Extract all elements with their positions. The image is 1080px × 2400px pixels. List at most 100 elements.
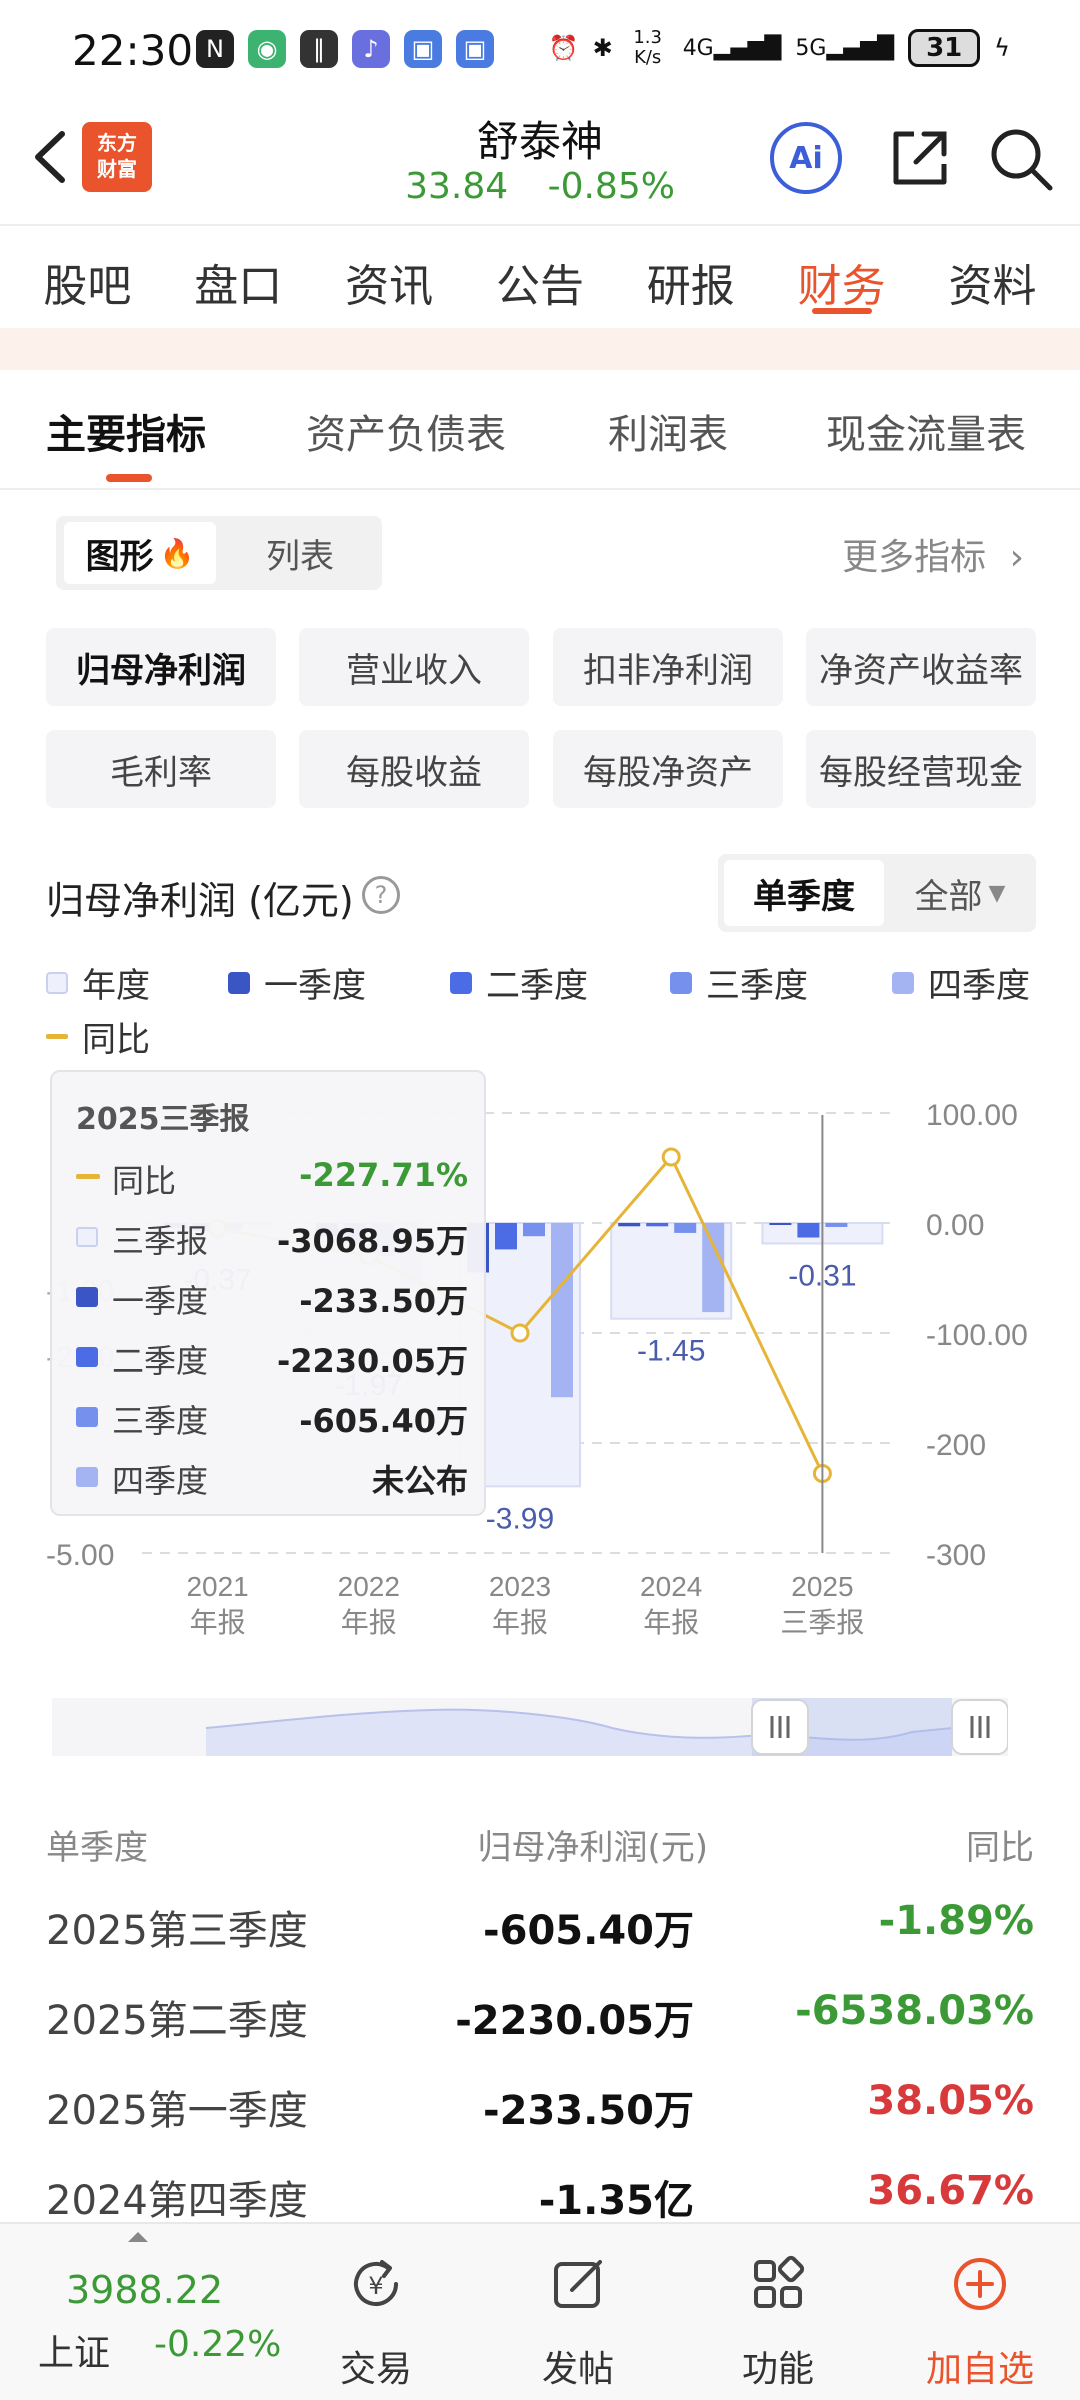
tooltip-row-q1: 一季度 -233.50万 xyxy=(76,1276,468,1320)
notify-app-icon: ▣ xyxy=(404,30,442,68)
quarter-bar xyxy=(769,1223,792,1225)
period-all-dropdown[interactable]: 全部 ▼ xyxy=(890,860,1030,926)
x-axis-tick: 三季报 xyxy=(780,1607,864,1638)
chip-eps[interactable]: 每股收益 xyxy=(299,730,529,808)
bottom-action-bar: 3988.22 上证 -0.22% ¥ 交易 发帖 功能 加自选 xyxy=(0,2222,1080,2400)
legend-swatch xyxy=(892,971,914,994)
slider-handle-left[interactable] xyxy=(751,1699,809,1755)
tooltip-title: 2025三季报 xyxy=(76,1102,250,1137)
stock-change: -0.85% xyxy=(547,166,675,207)
right-axis-tick: -200 xyxy=(926,1429,986,1462)
subtab-key-indicators[interactable]: 主要指标 xyxy=(46,402,206,460)
post-button[interactable]: 发帖 xyxy=(508,2242,648,2392)
tab-guba[interactable]: 股吧 xyxy=(43,226,131,328)
annual-value-label: -1.45 xyxy=(637,1335,705,1368)
table-row[interactable]: 2025第一季度 -233.50万 38.05% xyxy=(46,2078,1034,2148)
legend-annual[interactable]: 年度 xyxy=(46,958,150,1007)
status-indicators: ⏰ ✱ 1.3 K/s 4G▂▄▆█ 5G▂▄▆█ 31 ϟ xyxy=(549,28,1010,68)
yoy-point xyxy=(661,1147,681,1167)
legend-q4[interactable]: 四季度 xyxy=(892,958,1030,1007)
stock-price: 33.84 xyxy=(405,166,509,207)
index-change: -0.22% xyxy=(154,2324,282,2365)
yen-cycle-icon: ¥ xyxy=(354,2260,398,2306)
legend-swatch xyxy=(670,971,692,994)
x-axis-tick: 年报 xyxy=(643,1607,699,1638)
chip-ocfps[interactable]: 每股经营现金 xyxy=(806,730,1036,808)
bluetooth-icon: ✱ xyxy=(592,34,613,62)
period-toggle: 单季度 全部 ▼ xyxy=(718,854,1036,932)
chip-roe[interactable]: 净资产收益率 xyxy=(806,628,1036,706)
index-value: 3988.22 xyxy=(66,2268,224,2312)
tab-profile[interactable]: 资料 xyxy=(948,226,1036,328)
table-row[interactable]: 2025第三季度 -605.40万 -1.89% xyxy=(46,1898,1034,1968)
more-metrics-link[interactable]: 更多指标 › xyxy=(842,528,1024,580)
chevron-right-icon: › xyxy=(1009,537,1024,578)
share-icon[interactable] xyxy=(884,124,954,194)
x-axis-tick: 年报 xyxy=(492,1607,548,1638)
right-axis-tick: 100.00 xyxy=(926,1099,1018,1132)
main-nav-tabs: 股吧 盘口 资讯 公告 研报 财务 资料 xyxy=(0,224,1080,328)
chip-net-profit[interactable]: 归母净利润 xyxy=(46,628,276,706)
tooltip-swatch xyxy=(76,1227,98,1247)
battery-indicator: 31 xyxy=(908,29,981,67)
chip-gross-margin[interactable]: 毛利率 xyxy=(46,730,276,808)
legend-q2[interactable]: 二季度 xyxy=(450,958,588,1007)
x-axis-tick: 年报 xyxy=(341,1607,397,1638)
chip-revenue[interactable]: 营业收入 xyxy=(299,628,529,706)
search-icon[interactable] xyxy=(986,124,1056,194)
annual-value-label: -3.99 xyxy=(486,1502,554,1535)
tooltip-row-annual: 三季报 -3068.95万 xyxy=(76,1216,468,1260)
right-axis-tick: -100.00 xyxy=(926,1319,1028,1352)
alarm-icon: ⏰ xyxy=(548,34,579,62)
tab-pankou[interactable]: 盘口 xyxy=(194,226,282,328)
table-row[interactable]: 2025第二季度 -2230.05万 -6538.03% xyxy=(46,1988,1034,2058)
chart-range-slider[interactable] xyxy=(52,1698,1008,1756)
x-axis-tick: 2023 xyxy=(489,1571,551,1602)
status-bar: 22:30 N ◉ ‖ ♪ ▣ ▣ ⏰ ✱ 1.3 K/s 4G▂▄▆█ 5G▂… xyxy=(0,0,1080,100)
quarter-bar xyxy=(702,1223,725,1313)
legend-q3[interactable]: 三季度 xyxy=(670,958,808,1007)
chart-tooltip: 2025三季报 同比 -227.71% 三季报 -3068.95万 一季度 -2… xyxy=(50,1070,486,1516)
quarter-bar xyxy=(825,1223,848,1227)
chip-deducted-net-profit[interactable]: 扣非净利润 xyxy=(553,628,783,706)
tab-announcements[interactable]: 公告 xyxy=(496,226,584,328)
banner-strip xyxy=(0,328,1080,370)
period-single-quarter[interactable]: 单季度 xyxy=(724,860,884,926)
legend-q1[interactable]: 一季度 xyxy=(228,958,366,1007)
quarter-bar xyxy=(797,1223,820,1238)
signal-4g: 4G▂▄▆█ xyxy=(682,35,782,61)
view-toggle: 图形 🔥 列表 xyxy=(56,516,382,590)
trade-button[interactable]: ¥ 交易 xyxy=(306,2242,446,2392)
view-list-button[interactable]: 列表 xyxy=(226,522,374,584)
table-header-yoy: 同比 xyxy=(966,1828,1034,1868)
x-axis-tick: 2024 xyxy=(640,1571,702,1602)
left-axis-tick: -5.00 xyxy=(46,1539,114,1572)
view-graph-button[interactable]: 图形 🔥 xyxy=(64,522,216,584)
x-axis-tick: 2025 xyxy=(791,1571,853,1602)
add-watchlist-button[interactable]: 加自选 xyxy=(910,2242,1050,2392)
legend-yoy[interactable]: 同比 xyxy=(46,1012,150,1061)
help-icon[interactable]: ? xyxy=(362,876,400,914)
ai-assistant-button[interactable]: Ai xyxy=(770,122,842,194)
music-icon: ♪ xyxy=(352,30,390,68)
net-speed: 1.3 K/s xyxy=(633,27,662,68)
notify-app-icon: ‖ xyxy=(300,30,338,68)
subtab-balance-sheet[interactable]: 资产负债表 xyxy=(306,402,506,460)
quarter-bar xyxy=(551,1223,573,1398)
quarter-bar xyxy=(495,1223,517,1250)
tab-finance[interactable]: 财务 xyxy=(798,226,886,328)
subtab-income-statement[interactable]: 利润表 xyxy=(608,402,728,460)
chip-bvps[interactable]: 每股净资产 xyxy=(553,730,783,808)
tab-news[interactable]: 资讯 xyxy=(345,226,433,328)
functions-button[interactable]: 功能 xyxy=(708,2242,848,2392)
index-up-caret-icon xyxy=(128,2232,148,2242)
notify-app-icon: ◉ xyxy=(248,30,286,68)
finance-sub-tabs: 主要指标 资产负债表 利润表 现金流量表 xyxy=(0,370,1080,490)
legend-swatch xyxy=(450,971,472,994)
slider-handle-right[interactable] xyxy=(951,1699,1008,1755)
subtab-cash-flow[interactable]: 现金流量表 xyxy=(826,402,1026,460)
tab-research[interactable]: 研报 xyxy=(647,226,735,328)
caret-down-icon: ▼ xyxy=(988,880,1006,906)
legend-line xyxy=(46,1034,68,1039)
tooltip-row-yoy: 同比 -227.71% xyxy=(76,1156,468,1200)
